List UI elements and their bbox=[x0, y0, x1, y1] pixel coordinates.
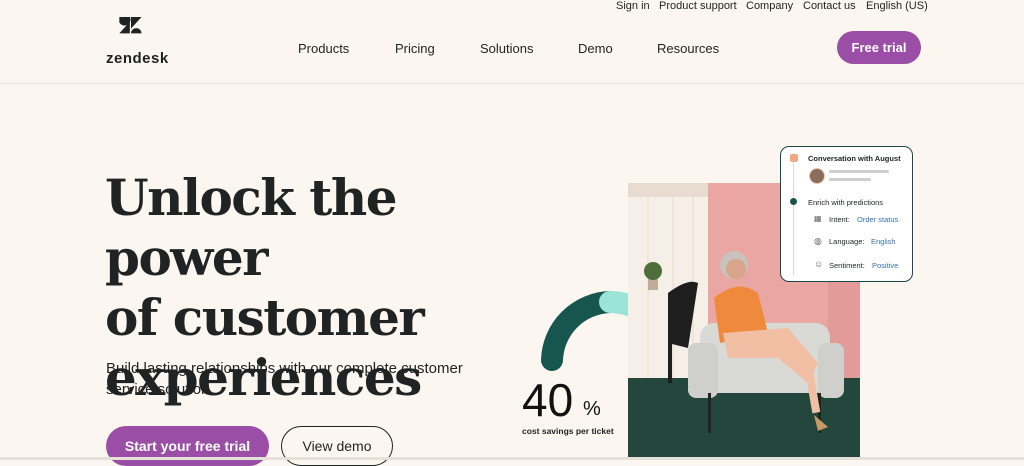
avatar bbox=[809, 168, 825, 184]
hero-subtitle: Build lasting relationships with our com… bbox=[106, 360, 463, 398]
nav-resources[interactable]: Resources bbox=[657, 41, 719, 56]
sentiment-label: Sentiment: bbox=[829, 261, 865, 270]
free-trial-button[interactable]: Free trial bbox=[837, 31, 921, 64]
hero-title-line-1: Unlock the power bbox=[105, 168, 398, 287]
message-placeholder-line bbox=[829, 170, 889, 173]
language-value: English bbox=[871, 237, 896, 246]
hero-title-line-2: of customer bbox=[105, 288, 425, 347]
intent-label: Intent: bbox=[829, 215, 850, 224]
nav-pricing[interactable]: Pricing bbox=[395, 41, 435, 56]
stat-value: 40 bbox=[522, 374, 574, 426]
conversation-card: Conversation with August Enrich with pre… bbox=[780, 146, 913, 282]
card-title: Conversation with August bbox=[808, 154, 901, 163]
card-section-title: Enrich with predictions bbox=[808, 198, 884, 207]
smiley-icon: ☺ bbox=[814, 259, 824, 269]
grid-icon: ▦ bbox=[814, 214, 822, 223]
start-free-trial-button[interactable]: Start your free trial bbox=[106, 426, 269, 466]
language-label: Language: bbox=[829, 237, 865, 246]
brand-wordmark[interactable]: zendesk bbox=[106, 50, 169, 67]
step-dot-icon bbox=[790, 198, 797, 205]
nav-solutions[interactable]: Solutions bbox=[480, 41, 533, 56]
nav-products[interactable]: Products bbox=[298, 41, 349, 56]
util-company[interactable]: Company bbox=[746, 0, 793, 12]
util-sign-in[interactable]: Sign in bbox=[616, 0, 650, 12]
card-marker-icon bbox=[790, 154, 798, 162]
intent-value: Order status bbox=[857, 215, 899, 224]
message-placeholder-line-short bbox=[829, 178, 871, 181]
util-language[interactable]: English (US) bbox=[866, 0, 928, 12]
util-product-support[interactable]: Product support bbox=[659, 0, 737, 12]
timeline-line bbox=[793, 163, 794, 275]
util-contact-us[interactable]: Contact us bbox=[803, 0, 856, 12]
sentiment-value: Positive bbox=[872, 261, 899, 270]
stat-label: cost savings per ticket bbox=[522, 426, 614, 436]
nav-demo[interactable]: Demo bbox=[578, 41, 613, 56]
stat-unit: % bbox=[583, 398, 601, 420]
site-header: Sign in Product support Company Contact … bbox=[0, 0, 1024, 84]
view-demo-button[interactable]: View demo bbox=[281, 426, 393, 466]
globe-icon: ◍ bbox=[814, 236, 822, 246]
zendesk-logo-icon[interactable] bbox=[119, 17, 157, 45]
